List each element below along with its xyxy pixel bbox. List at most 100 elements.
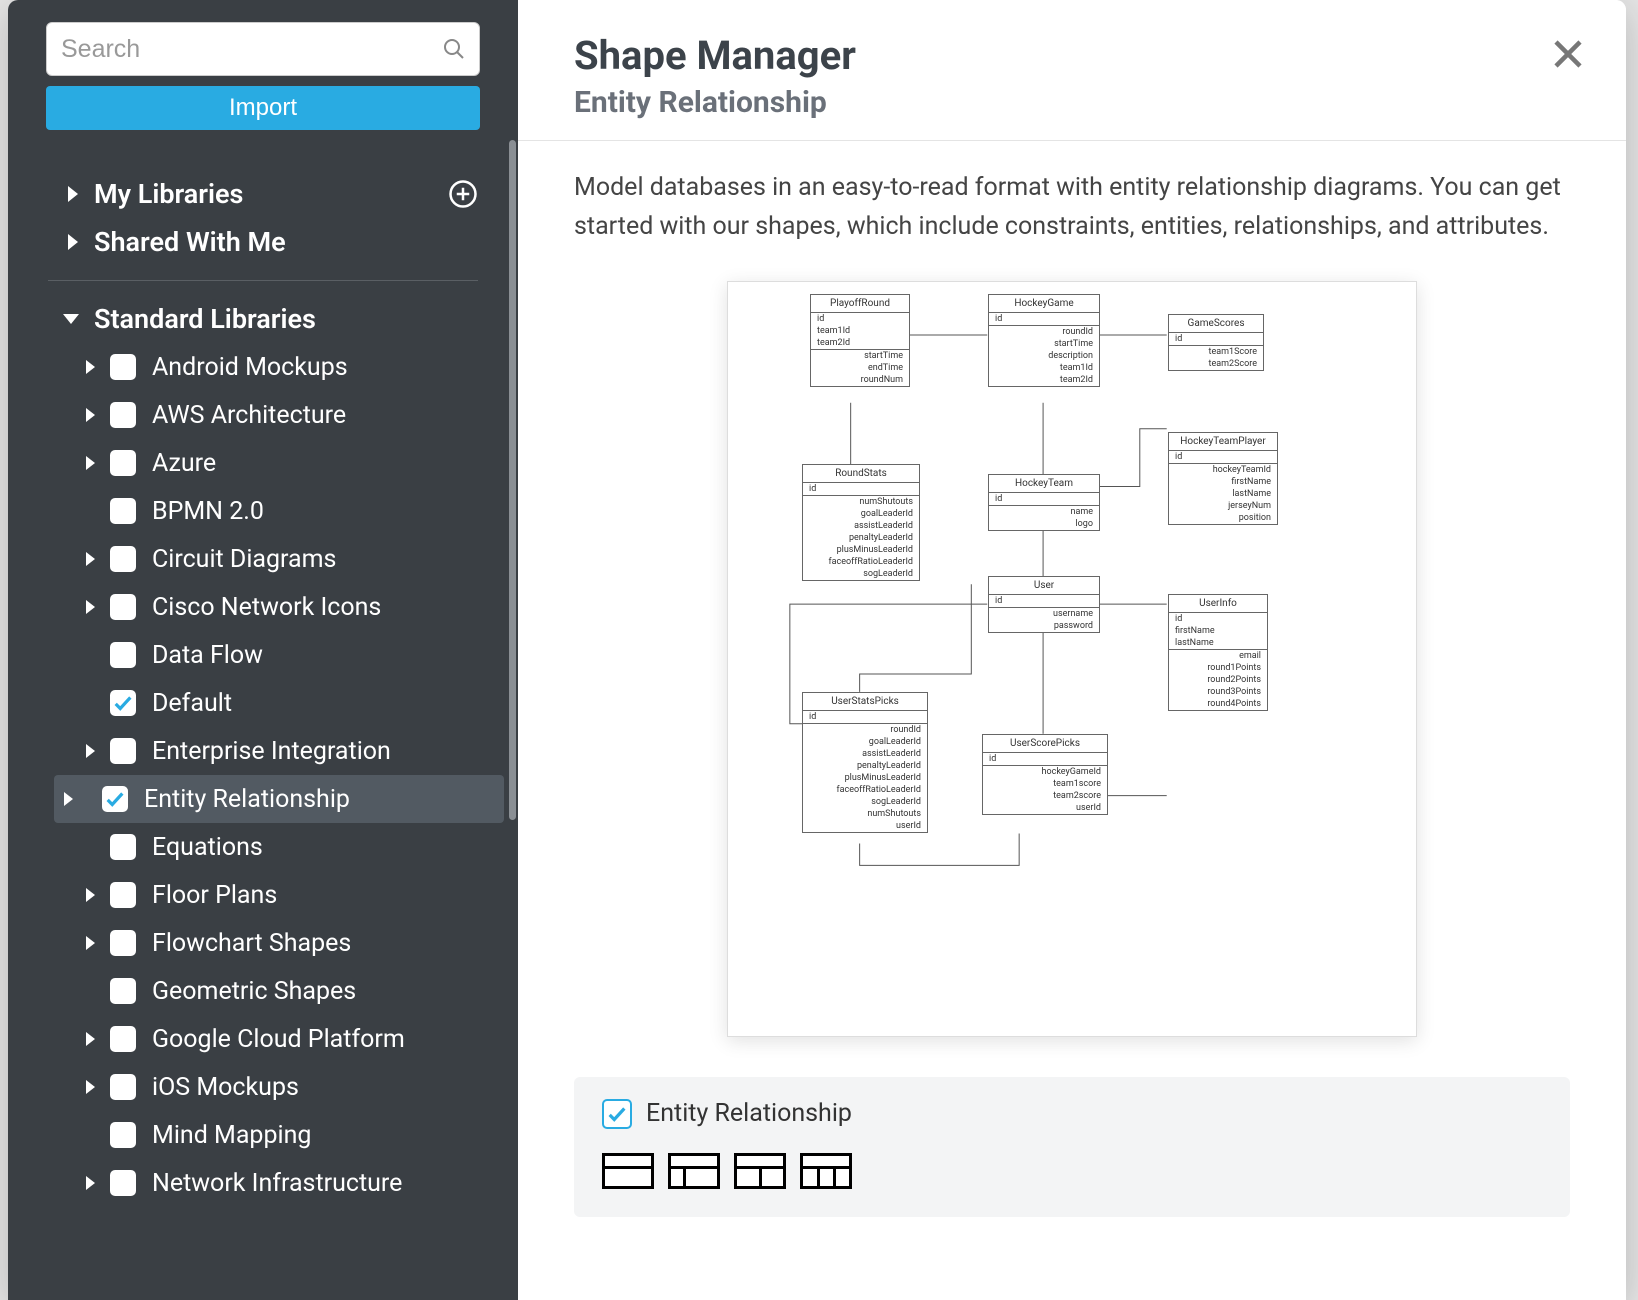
caret-right-icon <box>86 1032 95 1046</box>
library-item[interactable]: Equations <box>8 823 518 871</box>
library-item[interactable]: Flowchart Shapes <box>8 919 518 967</box>
library-item[interactable]: Default <box>8 679 518 727</box>
library-item[interactable]: Data Flow <box>8 631 518 679</box>
caret-right-icon <box>86 744 95 758</box>
library-checkbox[interactable] <box>110 882 136 908</box>
library-item[interactable]: Circuit Diagrams <box>8 535 518 583</box>
library-item[interactable]: BPMN 2.0 <box>8 487 518 535</box>
library-label: BPMN 2.0 <box>152 497 264 526</box>
library-checkbox[interactable] <box>110 354 136 380</box>
library-label: Geometric Shapes <box>152 977 356 1006</box>
library-checkbox[interactable] <box>110 402 136 428</box>
close-icon[interactable] <box>1550 36 1586 72</box>
caret-right-icon <box>86 552 95 566</box>
library-item[interactable]: Azure <box>8 439 518 487</box>
caret-right-icon <box>86 1080 95 1094</box>
entity-shape-4[interactable] <box>800 1153 852 1189</box>
caret-right-icon <box>64 792 73 806</box>
library-label: Equations <box>152 833 263 862</box>
entity-shape-3[interactable] <box>734 1153 786 1189</box>
library-footer-card: Entity Relationship <box>574 1077 1570 1217</box>
footer-checkbox[interactable] <box>602 1099 632 1129</box>
group-label: Standard Libraries <box>94 303 316 335</box>
library-checkbox[interactable] <box>110 978 136 1004</box>
erd-entity: Useridusernamepassword <box>988 576 1100 633</box>
library-checkbox[interactable] <box>110 594 136 620</box>
erd-entity: UserScorePicksidhockeyGameIdteam1scorete… <box>982 734 1108 815</box>
caret-right-icon <box>86 600 95 614</box>
caret-right-icon <box>68 234 78 250</box>
group-standard-libraries[interactable]: Standard Libraries <box>8 295 518 343</box>
caret-right-icon <box>86 888 95 902</box>
shape-manager-modal: Import My Libraries Shared With Me Stand… <box>8 0 1626 1300</box>
import-button[interactable]: Import <box>46 86 480 130</box>
library-label: Android Mockups <box>152 353 348 382</box>
main-header: Shape Manager Entity Relationship <box>518 0 1626 141</box>
group-my-libraries[interactable]: My Libraries <box>8 170 518 218</box>
library-checkbox[interactable] <box>110 834 136 860</box>
library-label: Google Cloud Platform <box>152 1025 405 1054</box>
tree-scrollbar[interactable] <box>508 140 518 1300</box>
library-label: Network Infrastructure <box>152 1169 402 1198</box>
library-label: Default <box>152 689 232 718</box>
library-item[interactable]: Cisco Network Icons <box>8 583 518 631</box>
caret-right-icon <box>86 456 95 470</box>
library-checkbox[interactable] <box>110 546 136 572</box>
scroll-thumb[interactable] <box>509 140 516 820</box>
library-checkbox[interactable] <box>110 1122 136 1148</box>
main-body: Model databases in an easy-to-read forma… <box>518 141 1626 1300</box>
search-input[interactable] <box>46 22 480 76</box>
search-wrap <box>46 22 480 76</box>
footer-label: Entity Relationship <box>646 1099 852 1128</box>
erd-entity: GameScoresidteam1Scoreteam2Score <box>1168 314 1264 371</box>
main-panel: Shape Manager Entity Relationship Model … <box>518 0 1626 1300</box>
library-item[interactable]: iOS Mockups <box>8 1063 518 1111</box>
caret-right-icon <box>68 186 78 202</box>
library-tree: My Libraries Shared With Me Standard Lib… <box>8 140 518 1300</box>
library-item[interactable]: Floor Plans <box>8 871 518 919</box>
page-subtitle: Entity Relationship <box>574 85 1570 120</box>
search-icon <box>442 37 466 61</box>
library-checkbox[interactable] <box>110 738 136 764</box>
library-item[interactable]: Android Mockups <box>8 343 518 391</box>
library-checkbox[interactable] <box>110 450 136 476</box>
caret-right-icon <box>86 360 95 374</box>
erd-entity: HockeyGameidroundIdstartTimedescriptiont… <box>988 294 1100 387</box>
library-checkbox[interactable] <box>110 1074 136 1100</box>
library-label: Entity Relationship <box>144 785 350 814</box>
library-label: Azure <box>152 449 216 478</box>
library-item[interactable]: Entity Relationship <box>54 775 504 823</box>
library-checkbox[interactable] <box>102 786 128 812</box>
library-label: Circuit Diagrams <box>152 545 336 574</box>
caret-right-icon <box>86 408 95 422</box>
entity-shape-1[interactable] <box>602 1153 654 1189</box>
library-description: Model databases in an easy-to-read forma… <box>574 169 1570 247</box>
add-library-icon[interactable] <box>448 179 478 209</box>
library-item[interactable]: Enterprise Integration <box>8 727 518 775</box>
library-item[interactable]: Mind Mapping <box>8 1111 518 1159</box>
library-checkbox[interactable] <box>110 642 136 668</box>
library-checkbox[interactable] <box>110 1026 136 1052</box>
library-checkbox[interactable] <box>110 690 136 716</box>
library-checkbox[interactable] <box>110 1170 136 1196</box>
library-label: Data Flow <box>152 641 263 670</box>
library-checkbox[interactable] <box>110 930 136 956</box>
group-label: My Libraries <box>94 178 243 210</box>
library-item[interactable]: Geometric Shapes <box>8 967 518 1015</box>
caret-right-icon <box>86 936 95 950</box>
library-list: Android Mockups AWS Architecture Azure BPMN… <box>8 343 518 1207</box>
library-checkbox[interactable] <box>110 498 136 524</box>
caret-right-icon <box>86 1176 95 1190</box>
library-item[interactable]: Google Cloud Platform <box>8 1015 518 1063</box>
group-label: Shared With Me <box>94 226 286 258</box>
caret-down-icon <box>63 314 79 324</box>
library-item[interactable]: Network Infrastructure <box>8 1159 518 1207</box>
library-item[interactable]: AWS Architecture <box>8 391 518 439</box>
erd-entity: UserStatsPicksidroundIdgoalLeaderIdassis… <box>802 692 928 833</box>
group-shared-with-me[interactable]: Shared With Me <box>8 218 518 266</box>
footer-check-row[interactable]: Entity Relationship <box>602 1099 1542 1129</box>
library-label: Floor Plans <box>152 881 277 910</box>
library-label: Mind Mapping <box>152 1121 311 1150</box>
erd-entity: HockeyTeamidnamelogo <box>988 474 1100 531</box>
entity-shape-2[interactable] <box>668 1153 720 1189</box>
